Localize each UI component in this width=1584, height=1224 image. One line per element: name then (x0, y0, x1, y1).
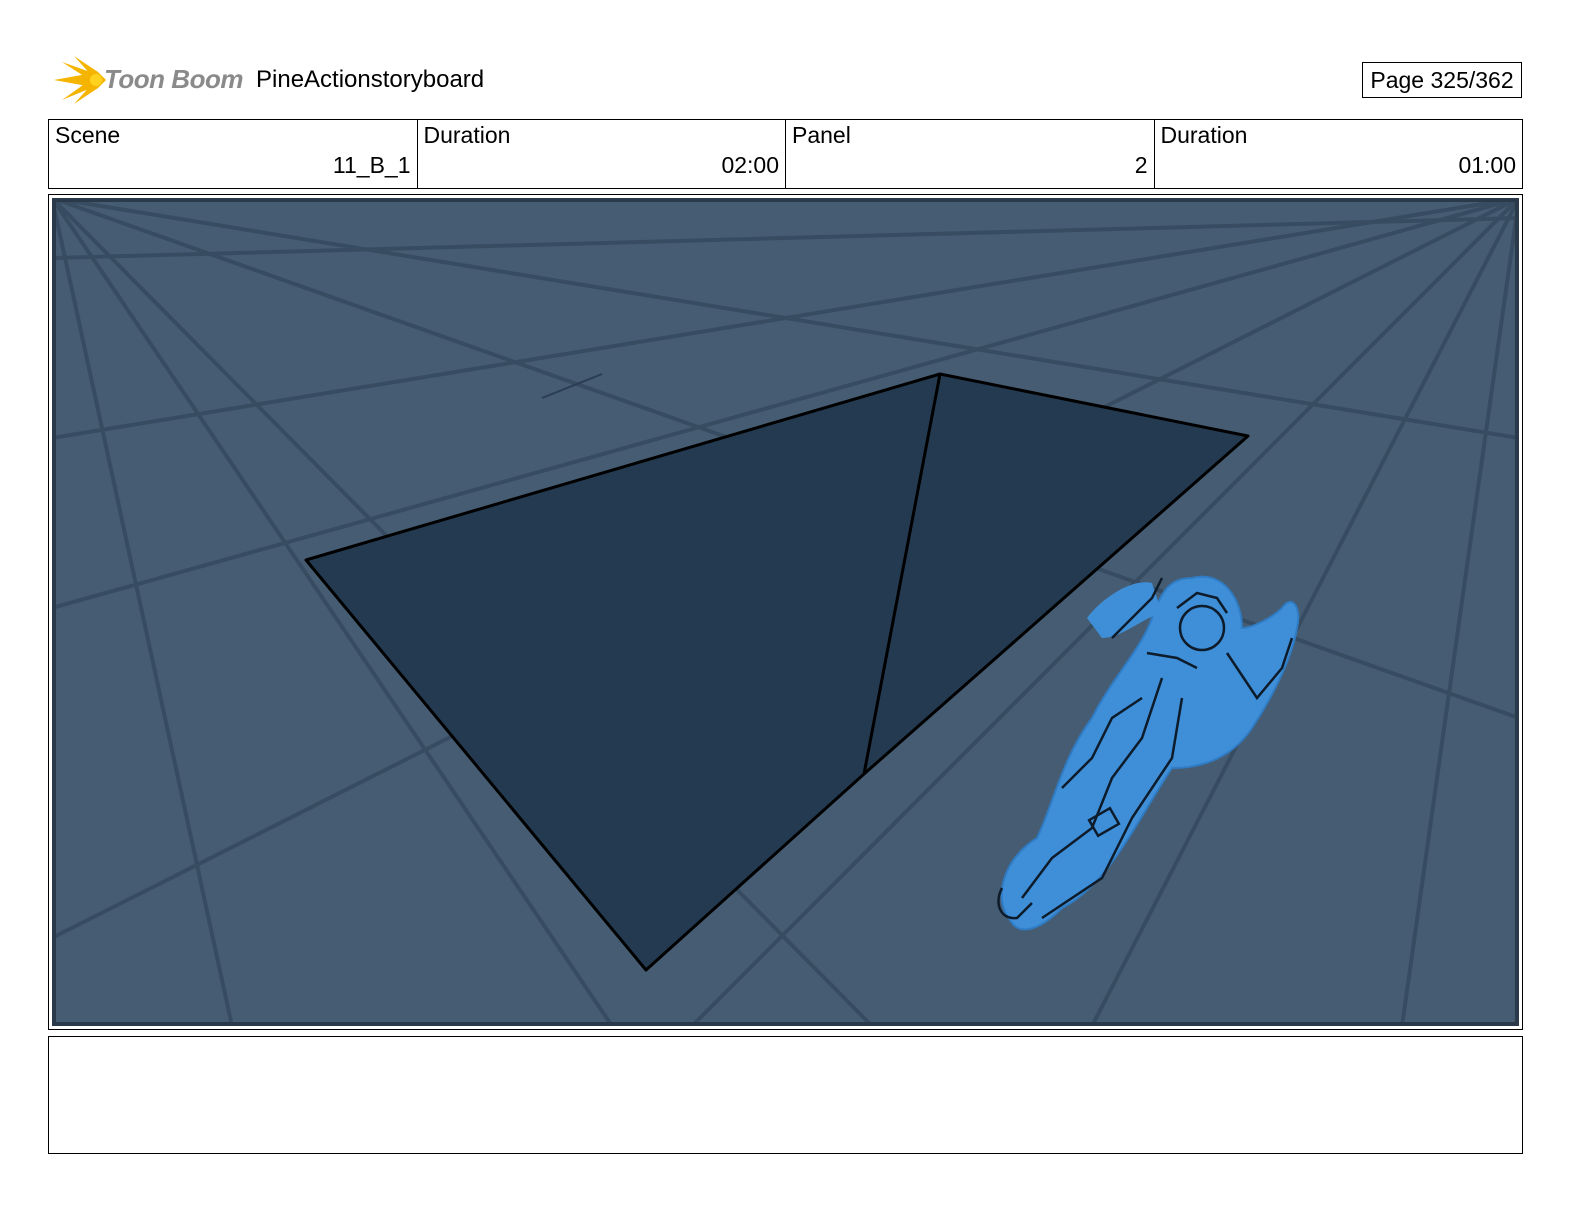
panel-label: Panel (792, 122, 851, 148)
panel-value: 2 (1134, 152, 1148, 178)
page-number: Page 325/362 (1362, 62, 1522, 98)
project-title: PineActionstoryboard (256, 66, 485, 93)
scene-duration-cell: Duration 02:00 (418, 120, 786, 188)
panel-drawing (52, 198, 1519, 1026)
scene-cell: Scene 11_B_1 (49, 120, 418, 188)
panel-duration-value: 01:00 (1458, 152, 1516, 178)
notes-box (48, 1036, 1523, 1154)
scene-duration-label: Duration (423, 122, 511, 148)
info-table: Scene 11_B_1 Duration 02:00 Panel 2 Dura… (48, 119, 1523, 189)
scene-value: 11_B_1 (332, 152, 411, 178)
logo-text: Toon Boom (104, 64, 243, 94)
scene-duration-value: 02:00 (721, 152, 779, 178)
panel-duration-label: Duration (1160, 122, 1248, 148)
scene-label: Scene (55, 122, 121, 148)
panel-duration-cell: Duration 01:00 (1155, 120, 1523, 188)
storyboard-panel (48, 194, 1523, 1030)
panel-cell: Panel 2 (786, 120, 1155, 188)
